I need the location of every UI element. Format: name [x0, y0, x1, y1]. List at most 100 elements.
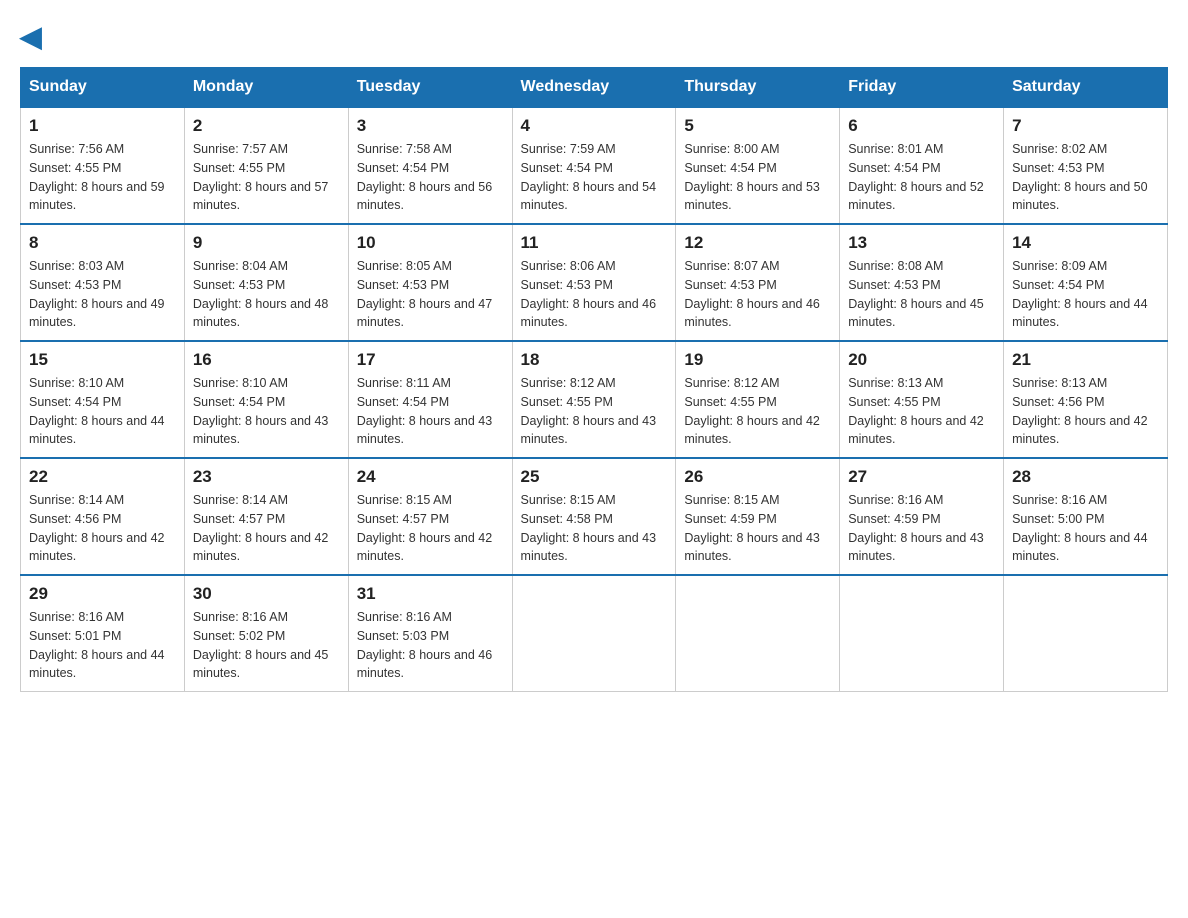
- day-number: 7: [1012, 116, 1159, 136]
- day-number: 8: [29, 233, 176, 253]
- day-info: Sunrise: 8:00 AMSunset: 4:54 PMDaylight:…: [684, 140, 831, 215]
- calendar-day-cell: 12 Sunrise: 8:07 AMSunset: 4:53 PMDaylig…: [676, 224, 840, 341]
- day-info: Sunrise: 8:03 AMSunset: 4:53 PMDaylight:…: [29, 257, 176, 332]
- day-info: Sunrise: 8:10 AMSunset: 4:54 PMDaylight:…: [29, 374, 176, 449]
- calendar-week-row: 15 Sunrise: 8:10 AMSunset: 4:54 PMDaylig…: [21, 341, 1168, 458]
- day-info: Sunrise: 8:16 AMSunset: 4:59 PMDaylight:…: [848, 491, 995, 566]
- day-info: Sunrise: 7:59 AMSunset: 4:54 PMDaylight:…: [521, 140, 668, 215]
- calendar-day-cell: 26 Sunrise: 8:15 AMSunset: 4:59 PMDaylig…: [676, 458, 840, 575]
- day-number: 1: [29, 116, 176, 136]
- day-info: Sunrise: 8:09 AMSunset: 4:54 PMDaylight:…: [1012, 257, 1159, 332]
- day-info: Sunrise: 8:06 AMSunset: 4:53 PMDaylight:…: [521, 257, 668, 332]
- day-number: 14: [1012, 233, 1159, 253]
- day-info: Sunrise: 8:05 AMSunset: 4:53 PMDaylight:…: [357, 257, 504, 332]
- calendar-day-cell: 24 Sunrise: 8:15 AMSunset: 4:57 PMDaylig…: [348, 458, 512, 575]
- day-info: Sunrise: 8:08 AMSunset: 4:53 PMDaylight:…: [848, 257, 995, 332]
- day-number: 10: [357, 233, 504, 253]
- calendar-day-cell: 2 Sunrise: 7:57 AMSunset: 4:55 PMDayligh…: [184, 107, 348, 224]
- calendar-day-cell: 13 Sunrise: 8:08 AMSunset: 4:53 PMDaylig…: [840, 224, 1004, 341]
- calendar-week-row: 8 Sunrise: 8:03 AMSunset: 4:53 PMDayligh…: [21, 224, 1168, 341]
- day-number: 6: [848, 116, 995, 136]
- day-info: Sunrise: 8:16 AMSunset: 5:01 PMDaylight:…: [29, 608, 176, 683]
- day-number: 17: [357, 350, 504, 370]
- calendar-day-cell: 7 Sunrise: 8:02 AMSunset: 4:53 PMDayligh…: [1004, 107, 1168, 224]
- day-number: 27: [848, 467, 995, 487]
- header-thursday: Thursday: [676, 68, 840, 108]
- day-info: Sunrise: 8:02 AMSunset: 4:53 PMDaylight:…: [1012, 140, 1159, 215]
- day-info: Sunrise: 8:12 AMSunset: 4:55 PMDaylight:…: [684, 374, 831, 449]
- day-info: Sunrise: 8:10 AMSunset: 4:54 PMDaylight:…: [193, 374, 340, 449]
- day-number: 29: [29, 584, 176, 604]
- day-number: 24: [357, 467, 504, 487]
- calendar-day-cell: 30 Sunrise: 8:16 AMSunset: 5:02 PMDaylig…: [184, 575, 348, 692]
- calendar-day-cell: [840, 575, 1004, 692]
- calendar-day-cell: 29 Sunrise: 8:16 AMSunset: 5:01 PMDaylig…: [21, 575, 185, 692]
- day-info: Sunrise: 8:07 AMSunset: 4:53 PMDaylight:…: [684, 257, 831, 332]
- calendar-day-cell: 4 Sunrise: 7:59 AMSunset: 4:54 PMDayligh…: [512, 107, 676, 224]
- day-info: Sunrise: 8:13 AMSunset: 4:56 PMDaylight:…: [1012, 374, 1159, 449]
- calendar-day-cell: 1 Sunrise: 7:56 AMSunset: 4:55 PMDayligh…: [21, 107, 185, 224]
- day-number: 9: [193, 233, 340, 253]
- page-header: ◀: [20, 20, 1168, 47]
- calendar-day-cell: 22 Sunrise: 8:14 AMSunset: 4:56 PMDaylig…: [21, 458, 185, 575]
- calendar-day-cell: 10 Sunrise: 8:05 AMSunset: 4:53 PMDaylig…: [348, 224, 512, 341]
- day-number: 30: [193, 584, 340, 604]
- day-number: 23: [193, 467, 340, 487]
- day-number: 13: [848, 233, 995, 253]
- calendar-day-cell: [1004, 575, 1168, 692]
- calendar-week-row: 1 Sunrise: 7:56 AMSunset: 4:55 PMDayligh…: [21, 107, 1168, 224]
- calendar-day-cell: 25 Sunrise: 8:15 AMSunset: 4:58 PMDaylig…: [512, 458, 676, 575]
- calendar-day-cell: 15 Sunrise: 8:10 AMSunset: 4:54 PMDaylig…: [21, 341, 185, 458]
- calendar-day-cell: 16 Sunrise: 8:10 AMSunset: 4:54 PMDaylig…: [184, 341, 348, 458]
- day-info: Sunrise: 8:15 AMSunset: 4:58 PMDaylight:…: [521, 491, 668, 566]
- day-number: 18: [521, 350, 668, 370]
- day-number: 11: [521, 233, 668, 253]
- calendar-day-cell: 14 Sunrise: 8:09 AMSunset: 4:54 PMDaylig…: [1004, 224, 1168, 341]
- header-wednesday: Wednesday: [512, 68, 676, 108]
- calendar-day-cell: 8 Sunrise: 8:03 AMSunset: 4:53 PMDayligh…: [21, 224, 185, 341]
- header-friday: Friday: [840, 68, 1004, 108]
- weekday-header-row: Sunday Monday Tuesday Wednesday Thursday…: [21, 68, 1168, 108]
- day-info: Sunrise: 8:01 AMSunset: 4:54 PMDaylight:…: [848, 140, 995, 215]
- calendar-day-cell: 6 Sunrise: 8:01 AMSunset: 4:54 PMDayligh…: [840, 107, 1004, 224]
- calendar-day-cell: [512, 575, 676, 692]
- day-number: 28: [1012, 467, 1159, 487]
- day-number: 3: [357, 116, 504, 136]
- day-info: Sunrise: 8:13 AMSunset: 4:55 PMDaylight:…: [848, 374, 995, 449]
- day-number: 19: [684, 350, 831, 370]
- day-number: 22: [29, 467, 176, 487]
- calendar-day-cell: 21 Sunrise: 8:13 AMSunset: 4:56 PMDaylig…: [1004, 341, 1168, 458]
- calendar-day-cell: 5 Sunrise: 8:00 AMSunset: 4:54 PMDayligh…: [676, 107, 840, 224]
- day-number: 20: [848, 350, 995, 370]
- day-number: 21: [1012, 350, 1159, 370]
- calendar-day-cell: 18 Sunrise: 8:12 AMSunset: 4:55 PMDaylig…: [512, 341, 676, 458]
- day-number: 15: [29, 350, 176, 370]
- day-info: Sunrise: 8:15 AMSunset: 4:59 PMDaylight:…: [684, 491, 831, 566]
- day-info: Sunrise: 8:16 AMSunset: 5:00 PMDaylight:…: [1012, 491, 1159, 566]
- day-info: Sunrise: 8:14 AMSunset: 4:56 PMDaylight:…: [29, 491, 176, 566]
- calendar-week-row: 29 Sunrise: 8:16 AMSunset: 5:01 PMDaylig…: [21, 575, 1168, 692]
- day-number: 31: [357, 584, 504, 604]
- day-number: 25: [521, 467, 668, 487]
- header-sunday: Sunday: [21, 68, 185, 108]
- day-info: Sunrise: 7:56 AMSunset: 4:55 PMDaylight:…: [29, 140, 176, 215]
- calendar-table: Sunday Monday Tuesday Wednesday Thursday…: [20, 67, 1168, 692]
- calendar-day-cell: 20 Sunrise: 8:13 AMSunset: 4:55 PMDaylig…: [840, 341, 1004, 458]
- day-number: 26: [684, 467, 831, 487]
- day-info: Sunrise: 8:15 AMSunset: 4:57 PMDaylight:…: [357, 491, 504, 566]
- day-info: Sunrise: 8:14 AMSunset: 4:57 PMDaylight:…: [193, 491, 340, 566]
- day-number: 4: [521, 116, 668, 136]
- day-info: Sunrise: 7:57 AMSunset: 4:55 PMDaylight:…: [193, 140, 340, 215]
- calendar-day-cell: 17 Sunrise: 8:11 AMSunset: 4:54 PMDaylig…: [348, 341, 512, 458]
- day-number: 5: [684, 116, 831, 136]
- calendar-day-cell: 31 Sunrise: 8:16 AMSunset: 5:03 PMDaylig…: [348, 575, 512, 692]
- day-number: 2: [193, 116, 340, 136]
- calendar-day-cell: 3 Sunrise: 7:58 AMSunset: 4:54 PMDayligh…: [348, 107, 512, 224]
- header-monday: Monday: [184, 68, 348, 108]
- calendar-day-cell: 11 Sunrise: 8:06 AMSunset: 4:53 PMDaylig…: [512, 224, 676, 341]
- calendar-day-cell: 23 Sunrise: 8:14 AMSunset: 4:57 PMDaylig…: [184, 458, 348, 575]
- day-number: 16: [193, 350, 340, 370]
- day-number: 12: [684, 233, 831, 253]
- calendar-day-cell: 9 Sunrise: 8:04 AMSunset: 4:53 PMDayligh…: [184, 224, 348, 341]
- header-tuesday: Tuesday: [348, 68, 512, 108]
